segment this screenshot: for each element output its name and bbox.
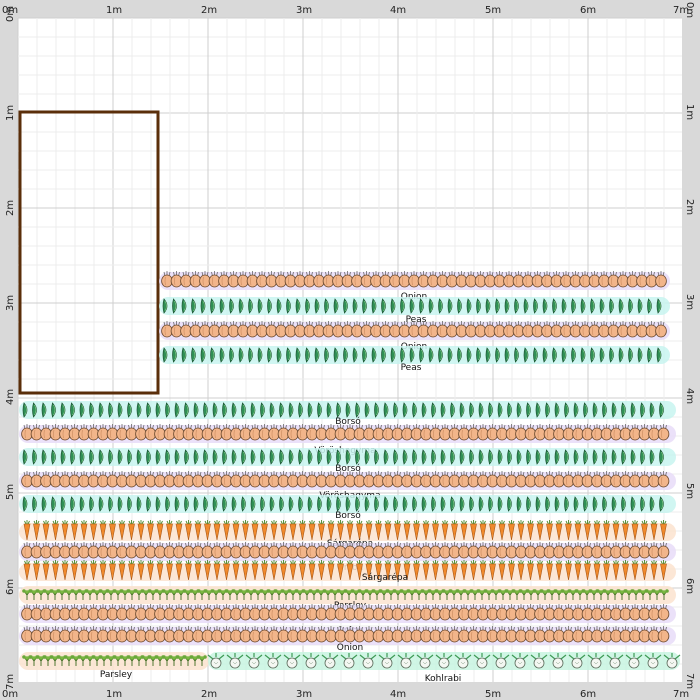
ruler-top-label: 1m	[106, 5, 122, 16]
ruler-top-label: 5m	[485, 5, 501, 16]
garden-canvas[interactable]: 0m 1m 2m 3m 4m 5m 6m 7m 0m 1m 2m 3m 4m 5…	[0, 0, 700, 700]
ruler-right-label: 0m	[684, 2, 695, 18]
ruler-right-label: 6m	[684, 578, 695, 594]
ruler-left-label: 0m	[5, 6, 16, 22]
ruler-left-label: 5m	[5, 484, 16, 500]
ruler-top-label: 2m	[201, 5, 217, 16]
ruler-right-label: 7m	[684, 673, 695, 689]
ruler-left-label: 4m	[5, 389, 16, 405]
ruler-left-label: 7m	[5, 674, 16, 690]
row-label: Parsley	[100, 670, 133, 680]
ruler-bottom-label: 5m	[485, 689, 501, 700]
ruler-left-label: 2m	[5, 200, 16, 216]
row-label: Peas	[401, 363, 422, 373]
ruler-left-label: 3m	[5, 295, 16, 311]
ruler-bottom-label: 4m	[390, 689, 406, 700]
ruler-bottom-label: 1m	[106, 689, 122, 700]
ruler-bottom-label: 2m	[201, 689, 217, 700]
garden-planner: 0m 1m 2m 3m 4m 5m 6m 7m 0m 1m 2m 3m 4m 5…	[0, 0, 700, 700]
ruler-right-label: 2m	[684, 199, 695, 215]
ruler-right-label: 5m	[684, 483, 695, 499]
ruler-right-label: 4m	[684, 388, 695, 404]
ruler-right-label: 1m	[684, 104, 695, 120]
row-label: Sárgarépa	[362, 572, 408, 583]
ruler-top-label: 4m	[390, 5, 406, 16]
ruler-bottom-label: 3m	[296, 689, 312, 700]
ruler-left-label: 6m	[5, 579, 16, 595]
ruler-top-label: 6m	[580, 5, 596, 16]
ruler-bottom-label: 6m	[580, 689, 596, 700]
ruler-bottom-label: 7m	[673, 689, 689, 700]
ruler-top-label: 3m	[296, 5, 312, 16]
row-label: Borsó	[335, 510, 361, 521]
row-label: Onion	[337, 643, 364, 653]
row-label: Kohlrabi	[425, 674, 462, 684]
ruler-left-label: 1m	[5, 105, 16, 121]
ruler-right-label: 3m	[684, 294, 695, 310]
planting-row-carrot[interactable]: Sárgarépa	[19, 560, 676, 583]
